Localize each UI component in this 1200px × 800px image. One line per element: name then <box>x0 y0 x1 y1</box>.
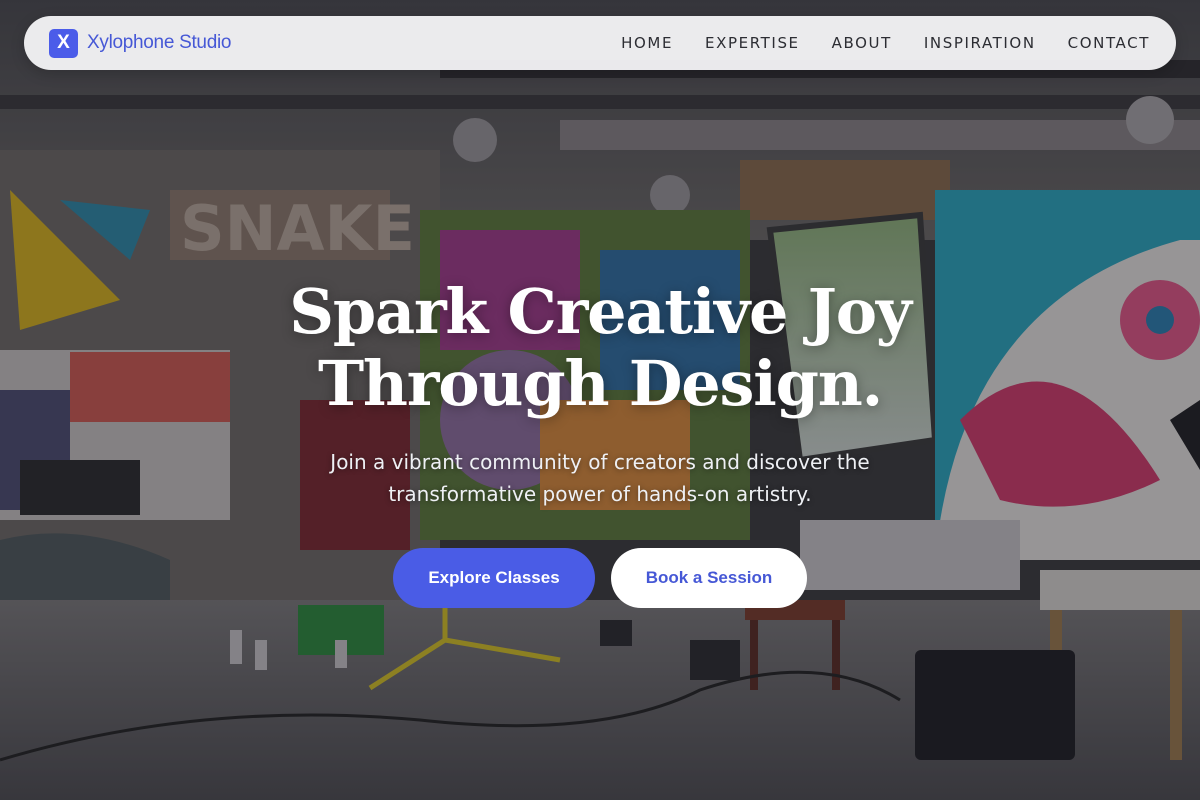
hero-title-line-2: Through Design. <box>317 347 883 420</box>
hero-subtitle: Join a vibrant community of creators and… <box>330 450 870 506</box>
nav-link-about[interactable]: ABOUT <box>832 34 892 52</box>
brand-name: Xylophone Studio <box>87 32 232 53</box>
hero-actions: Explore Classes Book a Session <box>0 548 1200 608</box>
hero-section: Spark Creative Joy Through Design. Join … <box>0 276 1200 608</box>
explore-classes-button[interactable]: Explore Classes <box>393 548 595 608</box>
top-navigation-bar: X Xylophone Studio HOME EXPERTISE ABOUT … <box>24 16 1176 70</box>
nav-link-expertise[interactable]: EXPERTISE <box>705 34 800 52</box>
nav-link-inspiration[interactable]: INSPIRATION <box>924 34 1036 52</box>
brand-logo-link[interactable]: X Xylophone Studio <box>49 28 232 58</box>
brand-logo-icon: X <box>49 28 78 58</box>
nav-menu: HOME EXPERTISE ABOUT INSPIRATION CONTACT <box>621 34 1150 53</box>
nav-link-contact[interactable]: CONTACT <box>1068 34 1150 52</box>
book-session-button[interactable]: Book a Session <box>611 548 807 608</box>
hero-title: Spark Creative Joy Through Design. <box>0 276 1200 420</box>
hero-title-line-1: Spark Creative Joy <box>289 275 912 348</box>
nav-link-home[interactable]: HOME <box>621 34 673 52</box>
